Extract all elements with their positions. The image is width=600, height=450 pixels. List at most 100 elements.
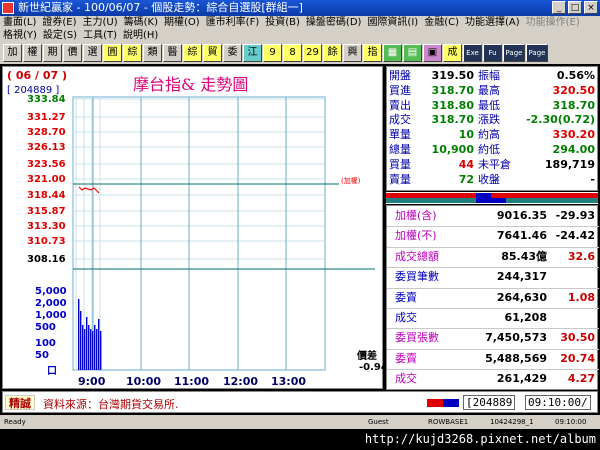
toolbar-button-24[interactable]: Fu <box>483 44 502 62</box>
window-title: 新世紀贏家 - 100/06/07 - 個股走勢：綜合自選股[群組一] <box>18 1 303 14</box>
menu2-item-2[interactable]: 工具(T) <box>80 30 120 41</box>
toolbar-button-2[interactable]: 期 <box>43 44 62 62</box>
spread-value: -0.94 <box>359 362 388 373</box>
menu-item-9[interactable]: 金融(C) <box>421 17 462 28</box>
reference-note: (加權) <box>341 177 361 185</box>
toolbar-button-6[interactable]: 綜 <box>123 44 142 62</box>
toolbar-button-13[interactable]: 9 <box>263 44 282 62</box>
toolbar: 加權期價選圓綜類醫綜貿委江 9 8 29 餘興指 ▦ ▤ ▣ 成 Exe Fu Page Page <box>0 42 600 64</box>
toolbar-button-9[interactable]: 綜 <box>183 44 202 62</box>
price-tick-label: 310.73 <box>27 236 66 247</box>
toolbar-button-8[interactable]: 醫 <box>163 44 182 62</box>
status-bar: Ready Guest ROWBASE1 10424298_1 09:10:00 <box>0 415 600 429</box>
index-change: 32.6 <box>567 249 595 263</box>
index-row: 成交 261,429 4.27 <box>387 370 599 388</box>
index-label: 委賣 <box>395 290 417 304</box>
minimize-button[interactable]: _ <box>552 1 566 14</box>
menu-item-10[interactable]: 功能選擇(A) <box>462 17 523 28</box>
quote-value: 0.56% <box>556 69 595 82</box>
quote-row: 總量 10,900 約低 294.00 <box>387 144 599 156</box>
window-controls: _ □ × <box>552 1 598 14</box>
data-source-text: 資料來源：台灣期貨交易所. <box>43 398 179 411</box>
toolbar-button-5[interactable]: 圓 <box>103 44 122 62</box>
quote-value: 44 <box>458 157 474 171</box>
time-tick-label: 13:00 <box>271 375 307 388</box>
index-change: 30.50 <box>560 331 595 345</box>
price-tick-label: 328.70 <box>27 127 66 138</box>
quote-value: 294.00 <box>552 143 595 156</box>
volume-bar <box>96 329 98 370</box>
toolbar-button-16[interactable]: 餘 <box>323 44 342 62</box>
toolbar-button-4[interactable]: 選 <box>83 44 102 62</box>
toolbar-button-22[interactable]: 成 <box>443 44 462 62</box>
toolbar-button-3[interactable]: 價 <box>63 44 82 62</box>
menu2-item-0[interactable]: 格視(Y) <box>0 30 40 41</box>
symbol-code-box[interactable]: [204889 <box>463 395 516 410</box>
index-value: 244,317 <box>496 270 547 284</box>
market-index-panel: 加權(含) 9016.35 -29.93 加權(不) 7641.46 -24.42 成交總額… <box>386 205 599 390</box>
toolbar-button-14[interactable]: 8 <box>283 44 302 62</box>
close-button[interactable]: × <box>584 1 598 14</box>
volume-bar <box>84 329 86 370</box>
status-time: 09:10:00 <box>555 418 587 426</box>
toolbar-button-18[interactable]: 指 <box>363 44 382 62</box>
index-label: 成交總額 <box>395 249 439 263</box>
volume-bar <box>78 299 80 370</box>
index-value: 61,208 <box>504 311 547 324</box>
index-label: 加權(含) <box>395 209 437 222</box>
menu-item-0[interactable]: 畫面(L) <box>0 17 39 28</box>
quote-value: 318.70 <box>431 113 474 127</box>
quote-label: 總量 <box>389 143 411 156</box>
watermark-url: http://kujd3268.pixnet.net/album <box>0 429 600 450</box>
quote-value: 320.50 <box>552 83 595 97</box>
index-label: 加權(不) <box>395 229 437 243</box>
menu2-item-1[interactable]: 設定(S) <box>40 30 80 41</box>
index-row: 委買筆數 244,317 <box>387 268 599 286</box>
menu-item-7[interactable]: 操盤密碼(D) <box>303 17 365 28</box>
menu-item-11[interactable]: 功能操作(E) <box>523 17 583 28</box>
time-tick-label: 11:00 <box>174 375 210 388</box>
toolbar-button-12[interactable]: 江 <box>243 44 262 62</box>
toolbar-button-15[interactable]: 29 <box>303 44 322 62</box>
toolbar-button-1[interactable]: 權 <box>23 44 42 62</box>
toolbar-button-25[interactable]: Page <box>503 44 525 62</box>
menu-item-3[interactable]: 籌碼(K) <box>121 17 161 28</box>
menu-item-1[interactable]: 證券(E) <box>39 17 79 28</box>
quote-label: 單量 <box>389 128 411 142</box>
toolbar-button-0[interactable]: 加 <box>3 44 22 62</box>
toolbar-button-23[interactable]: Exe <box>463 44 482 62</box>
quote-value: -2.30(0.72) <box>526 113 595 127</box>
maximize-button[interactable]: □ <box>568 1 582 14</box>
toolbar-button-17[interactable]: 興 <box>343 44 362 62</box>
index-row: 委賣 5,488,569 20.74 <box>387 350 599 368</box>
index-row: 委買張數 7,450,573 30.50 <box>387 329 599 347</box>
menu2-item-3[interactable]: 說明(H) <box>120 30 161 41</box>
quote-value: 319.50 <box>431 69 474 82</box>
quote-value: 10,900 <box>431 143 474 156</box>
menu-item-4[interactable]: 期權(O) <box>161 17 203 28</box>
index-value: 7641.46 <box>496 229 547 243</box>
menu-item-6[interactable]: 投資(B) <box>262 17 303 28</box>
toolbar-button-26[interactable]: Page <box>526 44 548 62</box>
index-row: 委賣 264,630 1.08 <box>387 289 599 307</box>
toolbar-button-21[interactable]: ▣ <box>423 44 442 62</box>
quote-value: 318.70 <box>431 83 474 97</box>
menu-item-5[interactable]: 匯市利率(F) <box>203 17 263 28</box>
status-user: Guest <box>368 418 389 426</box>
broker-tag: 精誠 <box>5 395 35 410</box>
volume-bar <box>80 311 82 370</box>
toolbar-button-19[interactable]: ▦ <box>383 44 402 62</box>
index-row: 加權(含) 9016.35 -29.93 <box>387 207 599 225</box>
menu-item-2[interactable]: 主力(U) <box>80 17 121 28</box>
toolbar-button-10[interactable]: 貿 <box>203 44 222 62</box>
volume-bar <box>100 331 102 370</box>
status-server: ROWBASE1 <box>428 418 469 426</box>
toolbar-button-7[interactable]: 類 <box>143 44 162 62</box>
toolbar-button-20[interactable]: ▤ <box>403 44 422 62</box>
index-row: 成交 61,208 <box>387 309 599 327</box>
quote-label: 最高 <box>478 83 500 97</box>
toolbar-button-11[interactable]: 委 <box>223 44 242 62</box>
quote-row: 單量 10 約高 330.20 <box>387 129 599 141</box>
quote-label: 成交 <box>389 113 411 127</box>
menu-item-8[interactable]: 國際資訊(I) <box>364 17 421 28</box>
